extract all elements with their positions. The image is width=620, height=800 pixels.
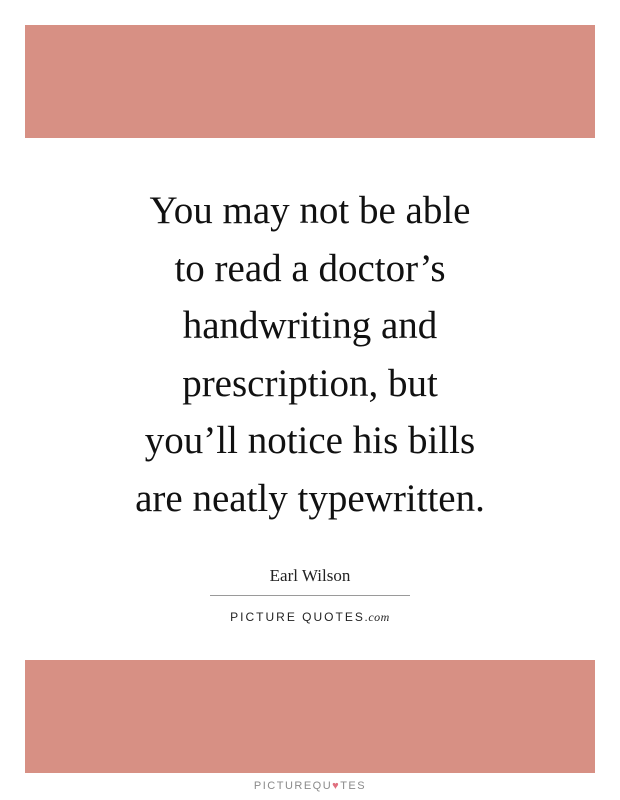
quote-line: are neatly typewritten. [135, 476, 485, 520]
heart-icon: ♥ [332, 780, 341, 792]
footer-brand-prefix: PICTUREQU [253, 780, 333, 792]
top-banner [25, 25, 595, 138]
quote-text: You may not be able to read a doctor’s h… [60, 182, 560, 527]
quote-line: to read a doctor’s [174, 246, 446, 290]
attribution-divider [210, 595, 410, 596]
quote-line: You may not be able [149, 189, 471, 232]
bottom-banner [25, 660, 595, 773]
quote-author: Earl Wilson [269, 566, 351, 585]
footer-brand-logo: PICTUREQU♥TES [0, 780, 620, 792]
quote-line: prescription, but [182, 361, 438, 405]
quote-line: you’ll notice his bills [144, 419, 476, 462]
source-logo: PICTURE QUOTES.com [210, 610, 410, 625]
source-logo-main: PICTURE QUOTES [230, 610, 365, 624]
footer-brand-suffix: TES [340, 780, 367, 792]
quote-line: handwriting and [182, 304, 438, 347]
source-logo-suffix: .com [364, 610, 390, 624]
